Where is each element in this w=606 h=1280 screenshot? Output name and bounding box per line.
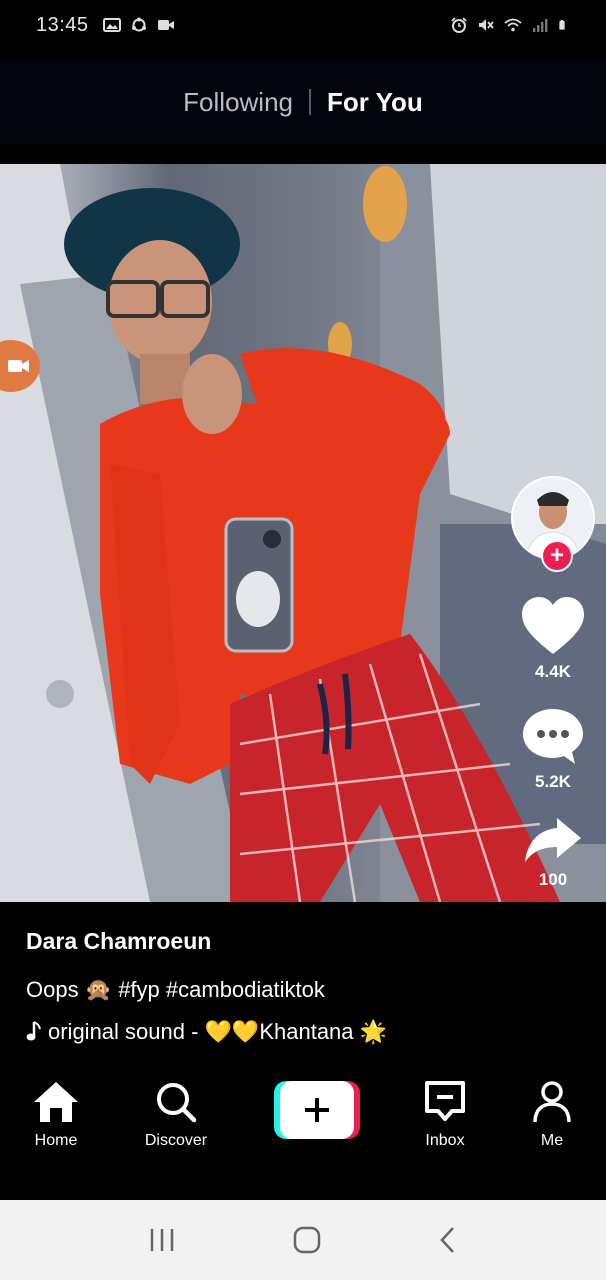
battery-icon: [559, 20, 565, 30]
comment-action[interactable]: 5.2K: [521, 706, 585, 792]
signal-icon: [533, 19, 548, 32]
tab-for-you[interactable]: For You: [327, 87, 423, 118]
like-action[interactable]: 4.4K: [520, 596, 586, 682]
video-icon: [157, 20, 174, 30]
bottom-nav: Home Discover Inbox Me: [0, 1064, 606, 1200]
home-icon: [34, 1082, 78, 1122]
music-note-icon: [26, 1021, 41, 1041]
post-caption[interactable]: Oops 🙊 #fyp #cambodiatiktok: [26, 977, 496, 1003]
tab-divider: [309, 89, 311, 115]
home-button-icon[interactable]: [292, 1225, 322, 1255]
profile-icon: [533, 1081, 571, 1123]
nav-me[interactable]: Me: [502, 1080, 602, 1150]
sound-disc[interactable]: [516, 964, 600, 1048]
system-nav-bar: [0, 1200, 606, 1280]
back-icon[interactable]: [437, 1225, 459, 1255]
share-action[interactable]: 100: [523, 816, 583, 890]
nav-inbox-label: Inbox: [425, 1132, 465, 1149]
nav-discover-label: Discover: [144, 1132, 208, 1149]
share-arrow-icon: [525, 818, 581, 862]
status-bar: 13:45: [0, 0, 606, 50]
feed-tabs: Following For You: [0, 60, 606, 144]
action-column: + 4.4K 5.2K 100: [500, 476, 606, 890]
follow-plus-button[interactable]: +: [541, 540, 573, 572]
sound-title: original sound - 💛💛Khantana 🌟: [48, 1019, 388, 1044]
heart-icon: [522, 597, 584, 654]
nav-home-label: Home: [34, 1132, 78, 1149]
recent-apps-icon[interactable]: [147, 1227, 177, 1253]
mute-icon: [479, 19, 494, 31]
sound-row[interactable]: original sound - 💛💛Khantana 🌟: [26, 1019, 496, 1045]
comment-icon: [523, 709, 583, 764]
alarm-icon: [451, 17, 467, 33]
comment-count: 5.2K: [535, 772, 571, 791]
search-icon: [157, 1083, 197, 1123]
nav-inbox[interactable]: Inbox: [395, 1080, 495, 1150]
gallery-icon: [102, 18, 121, 32]
post-info: Dara Chamroeun Oops 🙊 #fyp #cambodiatikt…: [26, 928, 496, 1045]
nav-home[interactable]: Home: [6, 1080, 106, 1150]
nav-discover[interactable]: Discover: [126, 1080, 226, 1150]
inbox-icon: [425, 1081, 465, 1121]
share-count: 100: [538, 870, 568, 889]
status-time: 13:45: [36, 13, 89, 36]
tab-following[interactable]: Following: [183, 87, 293, 118]
camera-icon: [8, 360, 29, 372]
author-name[interactable]: Dara Chamroeun: [26, 928, 496, 955]
like-count: 4.4K: [535, 662, 571, 681]
creator-avatar-wrap[interactable]: +: [511, 476, 595, 572]
sync-icon: [131, 17, 146, 32]
wifi-icon: [504, 18, 522, 32]
create-video-button[interactable]: [274, 1081, 360, 1139]
nav-me-label: Me: [540, 1132, 564, 1149]
